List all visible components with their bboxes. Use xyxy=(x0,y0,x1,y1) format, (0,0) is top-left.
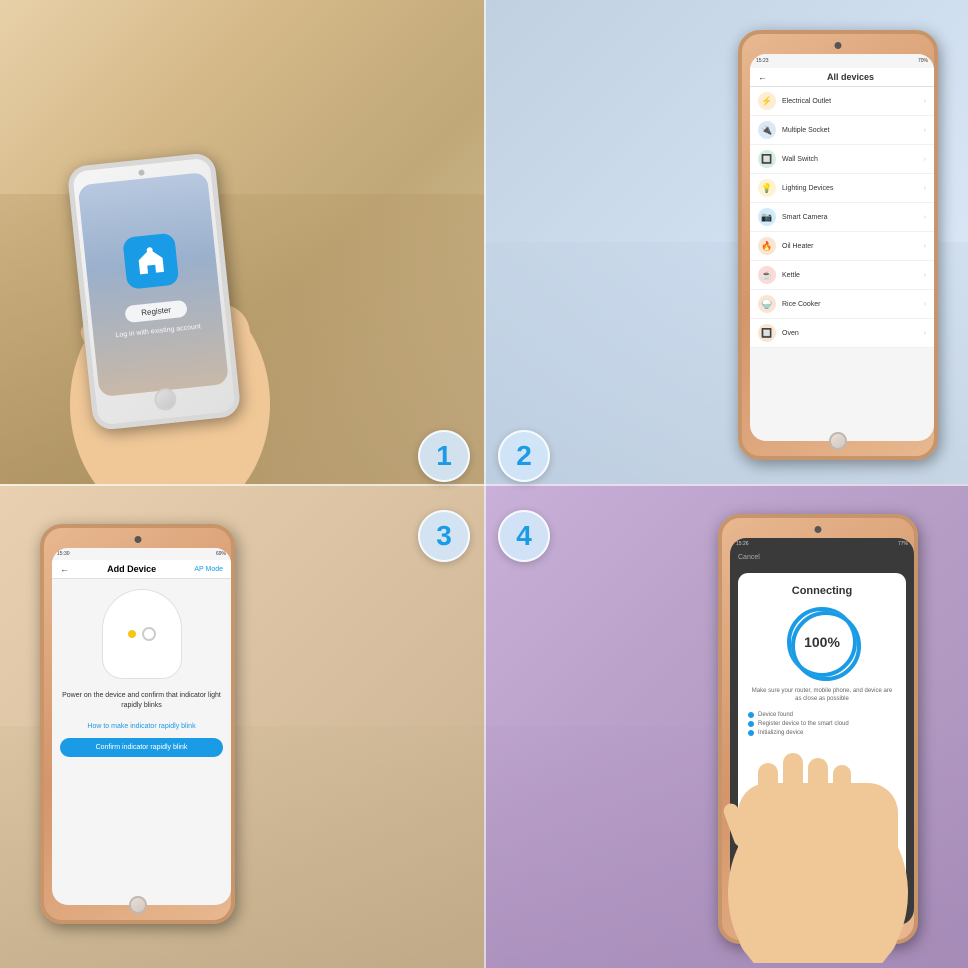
ap-mode-btn[interactable]: AP Mode xyxy=(194,566,223,573)
how-to-link[interactable]: How to make indicator rapidly blink xyxy=(87,723,195,730)
hand-q4 xyxy=(688,603,948,963)
quadrant-3: 15:30 69% ← Add Device AP Mode Power on xyxy=(0,484,484,968)
home-app-icon xyxy=(133,243,168,278)
device-list: ⚡ Electrical Outlet › 🔌 Multiple Socket … xyxy=(750,87,934,348)
list-item[interactable]: 🔌 Multiple Socket › xyxy=(750,116,934,145)
conn-battery: 77% xyxy=(898,541,908,547)
quadrant-4: 15:26 77% Cancel Connecting 100% xyxy=(484,484,968,968)
list-item[interactable]: 🔥 Oil Heater › xyxy=(750,232,934,261)
status-time: 15:23 xyxy=(756,58,769,64)
phone-q3: 15:30 69% ← Add Device AP Mode Power on xyxy=(40,524,235,924)
screen-title-q3: Add Device xyxy=(69,564,194,574)
status-battery: 70% xyxy=(918,58,928,64)
conn-time: 15:26 xyxy=(736,541,749,547)
list-item[interactable]: 📷 Smart Camera › xyxy=(750,203,934,232)
back-btn-q2[interactable]: ← xyxy=(758,72,767,82)
register-btn[interactable]: Register xyxy=(124,299,187,322)
list-item[interactable]: 🔲 Oven › xyxy=(750,319,934,348)
phone-q2: 15:23 70% ← All devices ⚡ Electrical Out… xyxy=(738,30,938,460)
device-illustration xyxy=(102,589,182,679)
list-item[interactable]: ☕ Kettle › xyxy=(750,261,934,290)
cancel-btn[interactable]: Cancel xyxy=(730,550,914,565)
login-link[interactable]: Log in with existing account xyxy=(115,323,201,339)
list-item[interactable]: ⚡ Electrical Outlet › xyxy=(750,87,934,116)
confirm-blink-btn[interactable]: Confirm indicator rapidly blink xyxy=(60,738,223,757)
ad-time: 15:30 xyxy=(57,551,70,557)
quadrant-2: 15:23 70% ← All devices ⚡ Electrical Out… xyxy=(484,0,968,484)
instruction-text: Power on the device and confirm that ind… xyxy=(60,691,223,711)
quadrant-1: Register Log in with existing account xyxy=(0,0,484,484)
connecting-title: Connecting xyxy=(792,585,853,597)
screen-title-q2: All devices xyxy=(775,72,926,82)
list-item[interactable]: 🔲 Wall Switch › xyxy=(750,145,934,174)
back-btn-q3[interactable]: ← xyxy=(60,564,69,574)
ad-battery: 69% xyxy=(216,551,226,557)
list-item[interactable]: 💡 Lighting Devices › xyxy=(750,174,934,203)
list-item[interactable]: 🍚 Rice Cooker › xyxy=(750,290,934,319)
